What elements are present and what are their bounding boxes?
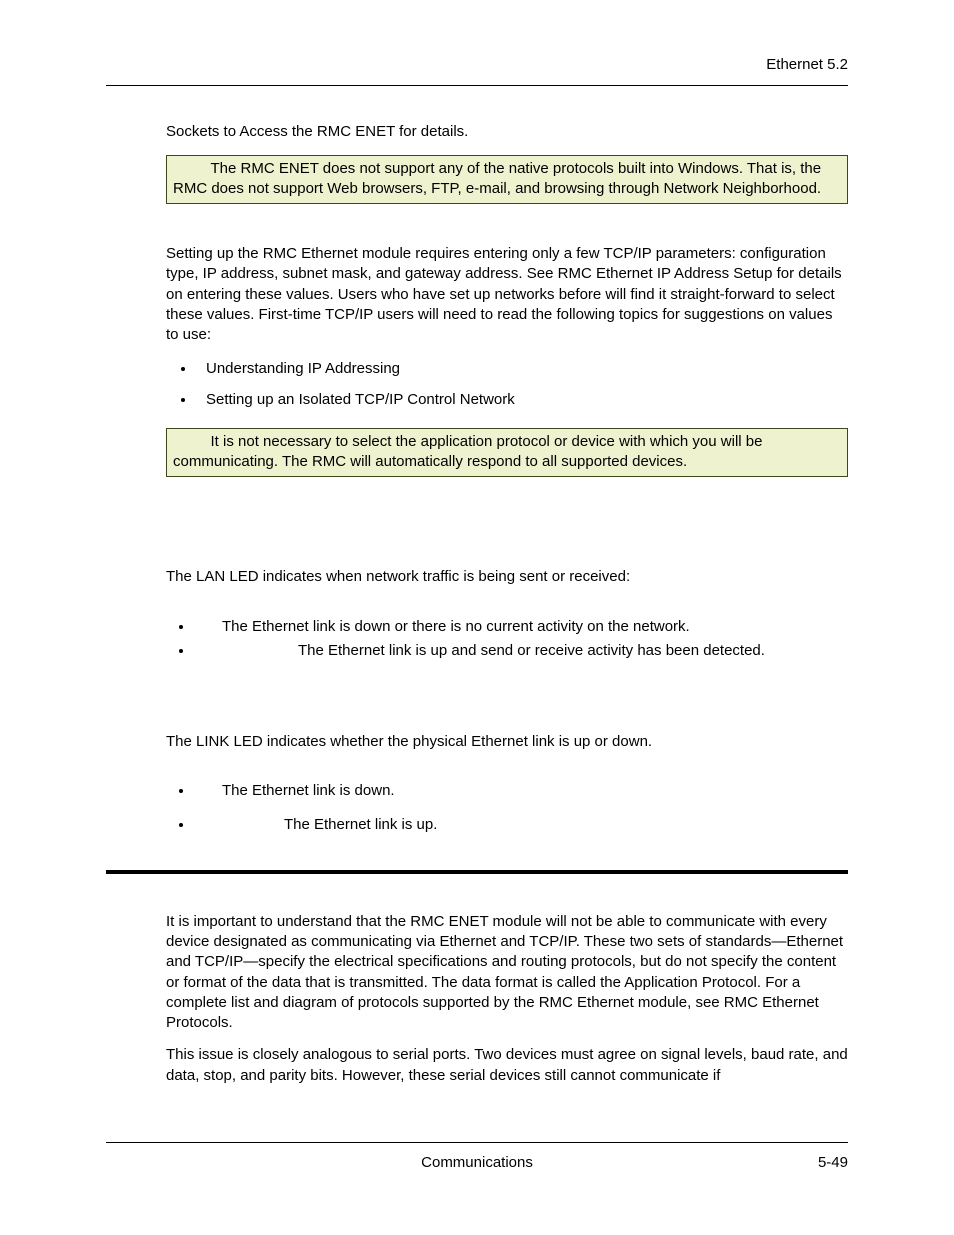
list-item: Off The Ethernet link is down.	[194, 780, 848, 804]
lan-led-list: Off The Ethernet link is down or there i…	[166, 616, 848, 665]
link-led-list: Off The Ethernet link is down. Solid Gre…	[166, 780, 848, 838]
note-box-2: Note: It is not necessary to select the …	[166, 428, 848, 478]
list-item: Understanding IP Addressing	[196, 357, 848, 387]
note-text: It is not necessary to select the applic…	[173, 433, 762, 470]
setup-paragraph: Setting up the RMC Ethernet module requi…	[166, 244, 848, 345]
protocols-p1: It is important to understand that the R…	[166, 912, 848, 1034]
led-desc: The Ethernet link is up.	[284, 816, 437, 833]
page-header-right: Ethernet 5.2	[106, 55, 848, 86]
section-divider	[106, 870, 848, 874]
led-desc: The Ethernet link is down.	[222, 782, 395, 799]
lan-led-intro: The LAN LED indicates when network traff…	[166, 567, 848, 587]
led-desc: The Ethernet link is up and send or rece…	[298, 642, 765, 659]
footer-center: Communications	[106, 1153, 848, 1173]
list-item: Off The Ethernet link is down or there i…	[194, 616, 848, 640]
intro-line: Sockets to Access the RMC ENET for detai…	[166, 122, 848, 142]
note-box-1: Note: The RMC ENET does not support any …	[166, 155, 848, 205]
link-led-intro: The LINK LED indicates whether the physi…	[166, 732, 848, 752]
note-text: The RMC ENET does not support any of the…	[173, 160, 821, 197]
setup-bullets: Understanding IP Addressing Setting up a…	[166, 357, 848, 418]
led-desc: The Ethernet link is down or there is no…	[222, 618, 690, 635]
page-footer: Communications 5-49	[106, 1142, 848, 1173]
protocols-p2: This issue is closely analogous to seria…	[166, 1045, 848, 1086]
list-item: Solid Green The Ethernet link is up.	[194, 805, 848, 838]
list-item: Setting up an Isolated TCP/IP Control Ne…	[196, 388, 848, 418]
list-item: Flicker Yellow The Ethernet link is up a…	[194, 640, 848, 664]
